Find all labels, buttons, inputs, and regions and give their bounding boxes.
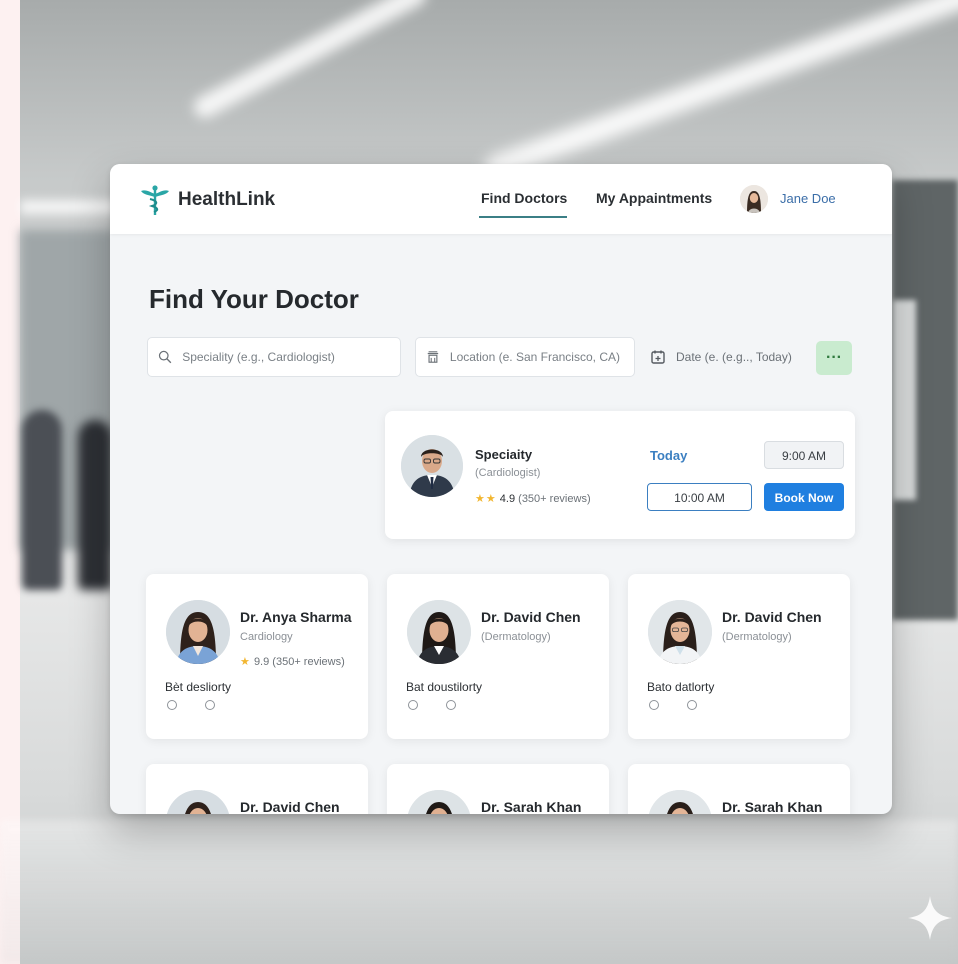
- rating-value: 4.9: [499, 493, 516, 505]
- doctor-avatar: [166, 790, 230, 814]
- doctor-avatar: [648, 790, 712, 814]
- review-count: (350+ reviews): [518, 493, 591, 505]
- top-navigation-bar: HealthLink Find Doctors My Appaintments …: [110, 164, 892, 234]
- nav-find-doctors[interactable]: Find Doctors: [481, 190, 567, 206]
- star-rating-icon: ★★: [475, 493, 497, 505]
- date-field: [650, 337, 808, 377]
- doctor-name: Dr. David Chen: [722, 609, 822, 625]
- doctor-portrait-icon: [648, 790, 712, 814]
- page-title: Find Your Doctor: [149, 284, 359, 314]
- doctor-rating: ★ 9.9 (350+ reviews): [240, 655, 345, 668]
- doctor-avatar: [407, 790, 471, 814]
- doctor-card[interactable]: Dr. David Chen (Dermatology) Bato datlor…: [628, 574, 850, 739]
- doctor-name: Dr. Anya Sharma: [240, 609, 352, 625]
- background-wall-panel: [892, 300, 916, 500]
- doctor-name: Dr. David Chen: [481, 609, 581, 625]
- sparkle-icon: [908, 896, 952, 940]
- user-avatar[interactable]: [740, 185, 768, 213]
- location-search-input[interactable]: [447, 349, 624, 365]
- doctor-card[interactable]: Dr. Sarah Khan: [387, 764, 609, 814]
- doctor-specialty: (Dermatology): [481, 631, 551, 643]
- doctor-portrait-icon: [166, 790, 230, 814]
- availability-day: Today: [650, 448, 688, 463]
- doctor-avatar: [166, 600, 230, 664]
- nav-my-appointments[interactable]: My Appaintments: [596, 190, 712, 206]
- review-count: (350+ reviews): [272, 656, 345, 668]
- calendar-icon: [651, 350, 665, 364]
- availability-radio[interactable]: [649, 700, 659, 710]
- search-icon: [158, 350, 172, 364]
- user-name[interactable]: Jane Doe: [780, 191, 836, 206]
- doctor-card[interactable]: Dr. Sarah Khan: [628, 764, 850, 814]
- active-tab-indicator: [479, 216, 567, 218]
- featured-specialty-title: Speciaity: [475, 447, 533, 462]
- specialty-search-input[interactable]: [180, 349, 390, 365]
- doctor-portrait-icon: [407, 790, 471, 814]
- male-doctor-portrait-icon: [401, 435, 463, 497]
- location-search-box: [415, 337, 635, 377]
- doctor-name: Dr. Sarah Khan: [481, 799, 582, 814]
- ceiling-light: [190, 0, 430, 122]
- app-window: HealthLink Find Doctors My Appaintments …: [110, 164, 892, 814]
- doctor-avatar: [401, 435, 463, 497]
- doctor-card[interactable]: Dr. David Chen: [146, 764, 368, 814]
- specialty-search-box: [147, 337, 401, 377]
- featured-rating: ★★ 4.9 (350+ reviews): [475, 492, 591, 505]
- female-doctor-portrait-icon: [648, 600, 712, 664]
- date-input[interactable]: [674, 349, 808, 365]
- doctor-availability-text: Bèt desliorty: [165, 680, 232, 694]
- caduceus-logo-icon: [141, 185, 169, 215]
- doctor-specialty: (Dermatology): [722, 631, 792, 643]
- time-slot-9am[interactable]: 9:00 AM: [764, 441, 844, 469]
- doctor-availability-text: Bat doustilorty: [406, 680, 483, 694]
- brand[interactable]: HealthLink: [138, 183, 275, 217]
- doctor-card[interactable]: Dr. David Chen (Dermatology) Bat doustil…: [387, 574, 609, 739]
- female-doctor-portrait-icon: [166, 600, 230, 664]
- doctor-name: Dr. David Chen: [240, 799, 340, 814]
- building-icon: [427, 351, 439, 363]
- featured-specialty-subtitle: (Cardiologist): [475, 467, 541, 479]
- doctor-name: Dr. Sarah Khan: [722, 799, 823, 814]
- doctor-avatar: [648, 600, 712, 664]
- doctor-avatar: [407, 600, 471, 664]
- more-options-button[interactable]: ···: [816, 341, 852, 375]
- availability-radio[interactable]: [167, 700, 177, 710]
- background-person: [78, 420, 112, 590]
- featured-doctor-card: Speciaity (Cardiologist) ★★ 4.9 (350+ re…: [385, 411, 855, 539]
- user-portrait-icon: [740, 185, 768, 213]
- doctor-specialty: Cardiology: [240, 631, 293, 643]
- female-doctor-portrait-icon: [407, 600, 471, 664]
- doctor-card[interactable]: Dr. Anya Sharma Cardiology ★ 9.9 (350+ r…: [146, 574, 368, 739]
- availability-radio[interactable]: [408, 700, 418, 710]
- doctor-availability-text: Bato datlorty: [647, 680, 715, 694]
- availability-radio[interactable]: [687, 700, 697, 710]
- availability-radio[interactable]: [205, 700, 215, 710]
- book-now-button[interactable]: Book Now: [764, 483, 844, 511]
- background-floor: [0, 820, 958, 964]
- app-name: HealthLink: [178, 189, 276, 210]
- time-slot-10am[interactable]: 10:00 AM: [647, 483, 752, 511]
- star-rating-icon: ★: [240, 656, 251, 668]
- ceiling-light: [481, 0, 958, 183]
- rating-value: 9.9: [253, 656, 270, 668]
- background-person: [22, 410, 62, 590]
- availability-radio[interactable]: [446, 700, 456, 710]
